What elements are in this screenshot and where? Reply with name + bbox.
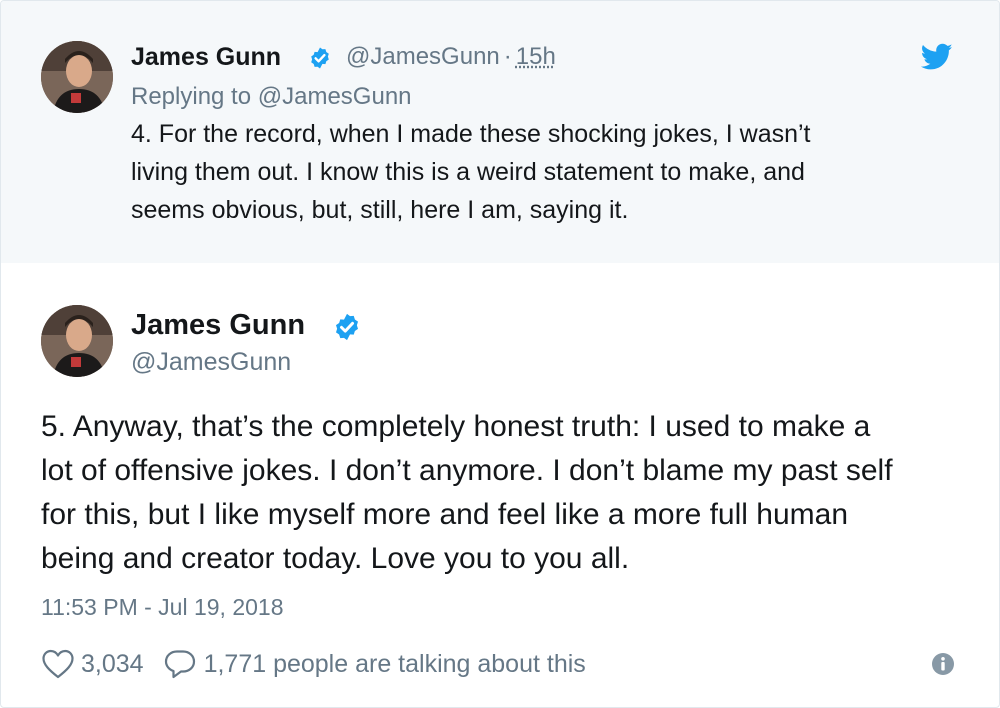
separator: ·	[503, 43, 512, 70]
avatar[interactable]	[41, 41, 113, 113]
tweet-text: 4. For the record, when I made these sho…	[131, 120, 811, 224]
tweet-actions: 3,034 1,771 people are talking about thi…	[41, 647, 586, 681]
tweet-timestamp[interactable]: 11:53 PM - Jul 19, 2018	[41, 591, 284, 623]
tweet-embed: James Gunn @JamesGunn · 15h Replying to @J…	[0, 0, 1000, 708]
parent-tweet[interactable]: James Gunn @JamesGunn · 15h Replying to @J…	[1, 1, 999, 263]
tweet-time[interactable]: 15h	[516, 43, 556, 70]
tweet-text: 5. Anyway, that’s the completely honest …	[41, 410, 893, 575]
conversation-link[interactable]: 1,771 people are talking about this	[144, 649, 586, 679]
reply-bubble-icon	[164, 650, 195, 679]
like-count: 3,034	[81, 649, 144, 678]
verified-badge-icon	[336, 313, 358, 341]
handle[interactable]: @JamesGunn	[346, 43, 500, 70]
replying-prefix: Replying to	[131, 83, 252, 110]
avatar[interactable]	[41, 305, 113, 377]
talking-count: 1,771 people are talking about this	[203, 649, 586, 678]
replying-mention[interactable]: @JamesGunn	[258, 83, 412, 110]
handle[interactable]: @JamesGunn	[131, 345, 291, 379]
replying-to: Replying to @JamesGunn	[131, 81, 412, 113]
author-name[interactable]: James Gunn	[131, 307, 305, 343]
handle-and-time: @JamesGunn · 15h	[346, 41, 556, 73]
twitter-bird-icon[interactable]	[921, 43, 953, 71]
verified-badge-icon	[311, 47, 329, 69]
like-button[interactable]: 3,034	[41, 649, 144, 679]
info-icon[interactable]	[931, 652, 955, 676]
author-name[interactable]: James Gunn	[131, 41, 281, 73]
heart-icon	[42, 649, 74, 679]
